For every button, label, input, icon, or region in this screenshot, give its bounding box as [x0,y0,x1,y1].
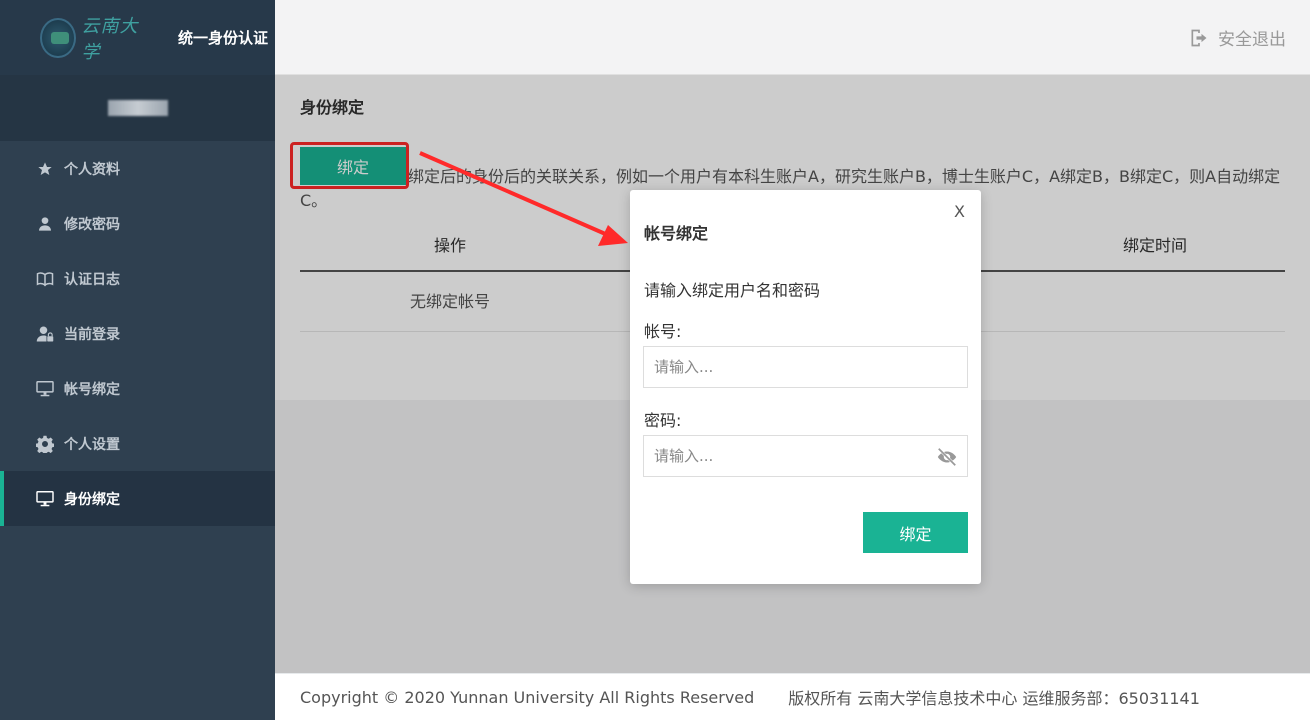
password-input[interactable] [643,435,968,477]
university-logo: 云南大学 [40,16,148,63]
monitor-icon [36,490,54,508]
user-lock-icon [36,325,54,343]
modal-bind-button[interactable]: 绑定 [863,512,968,553]
sidebar-item-current-login[interactable]: 当前登录 [0,306,275,361]
brand-bar: 云南大学 统一身份认证 [0,0,275,75]
star-icon [36,160,54,178]
brand-title: 统一身份认证 [178,29,269,47]
sidebar-item-label: 认证日志 [64,271,120,288]
sidebar-item-account-binding[interactable]: 帐号绑定 [0,361,275,416]
sidebar-item-label: 身份绑定 [64,491,120,508]
account-input[interactable] [643,346,968,388]
gear-icon [36,435,54,453]
footer: Copyright © 2020 Yunnan University All R… [275,673,1310,720]
user-name-redacted [107,100,168,116]
sidebar-item-identity-binding[interactable]: 身份绑定 [0,471,275,526]
sidebar-item-label: 个人设置 [64,436,120,453]
modal-title: 帐号绑定 [644,224,709,243]
modal-close-button[interactable]: X [954,202,965,221]
sidebar-item-settings[interactable]: 个人设置 [0,416,275,471]
password-label: 密码: [644,411,682,430]
eye-slash-icon[interactable] [936,446,958,468]
footer-copyright: Copyright © 2020 Yunnan University All R… [300,687,755,707]
user-profile [0,75,275,141]
sidebar-item-profile[interactable]: 个人资料 [0,141,275,196]
logo-text: 云南大学 [81,15,139,63]
logout-icon [1191,29,1207,46]
modal-prompt: 请输入绑定用户名和密码 [644,281,821,300]
sidebar-item-label: 当前登录 [64,326,120,343]
account-label: 帐号: [644,322,682,341]
book-icon [36,270,54,288]
sidebar-nav: 个人资料 修改密码 认证日志 当前登录 帐号绑定 个人设置 身份绑定 [0,141,275,526]
monitor-icon [36,380,54,398]
sidebar-item-label: 修改密码 [64,216,120,233]
user-icon [36,215,54,233]
top-header: 安全退出 [275,0,1310,75]
sidebar: 云南大学 统一身份认证 个人资料 修改密码 认证日志 当前登录 帐号绑定 个人设… [0,0,275,720]
sidebar-item-auth-log[interactable]: 认证日志 [0,251,275,306]
sidebar-item-label: 帐号绑定 [64,381,120,398]
logout-label: 安全退出 [1218,30,1286,50]
account-binding-modal: X 帐号绑定 请输入绑定用户名和密码 帐号: 密码: 绑定 [630,190,981,584]
footer-rights: 版权所有 云南大学信息技术中心 运维服务部：65031141 [788,689,1200,708]
sidebar-item-label: 个人资料 [64,161,120,178]
sidebar-item-change-password[interactable]: 修改密码 [0,196,275,251]
logout-button[interactable]: 安全退出 [1189,25,1286,50]
university-seal-icon [40,17,76,58]
